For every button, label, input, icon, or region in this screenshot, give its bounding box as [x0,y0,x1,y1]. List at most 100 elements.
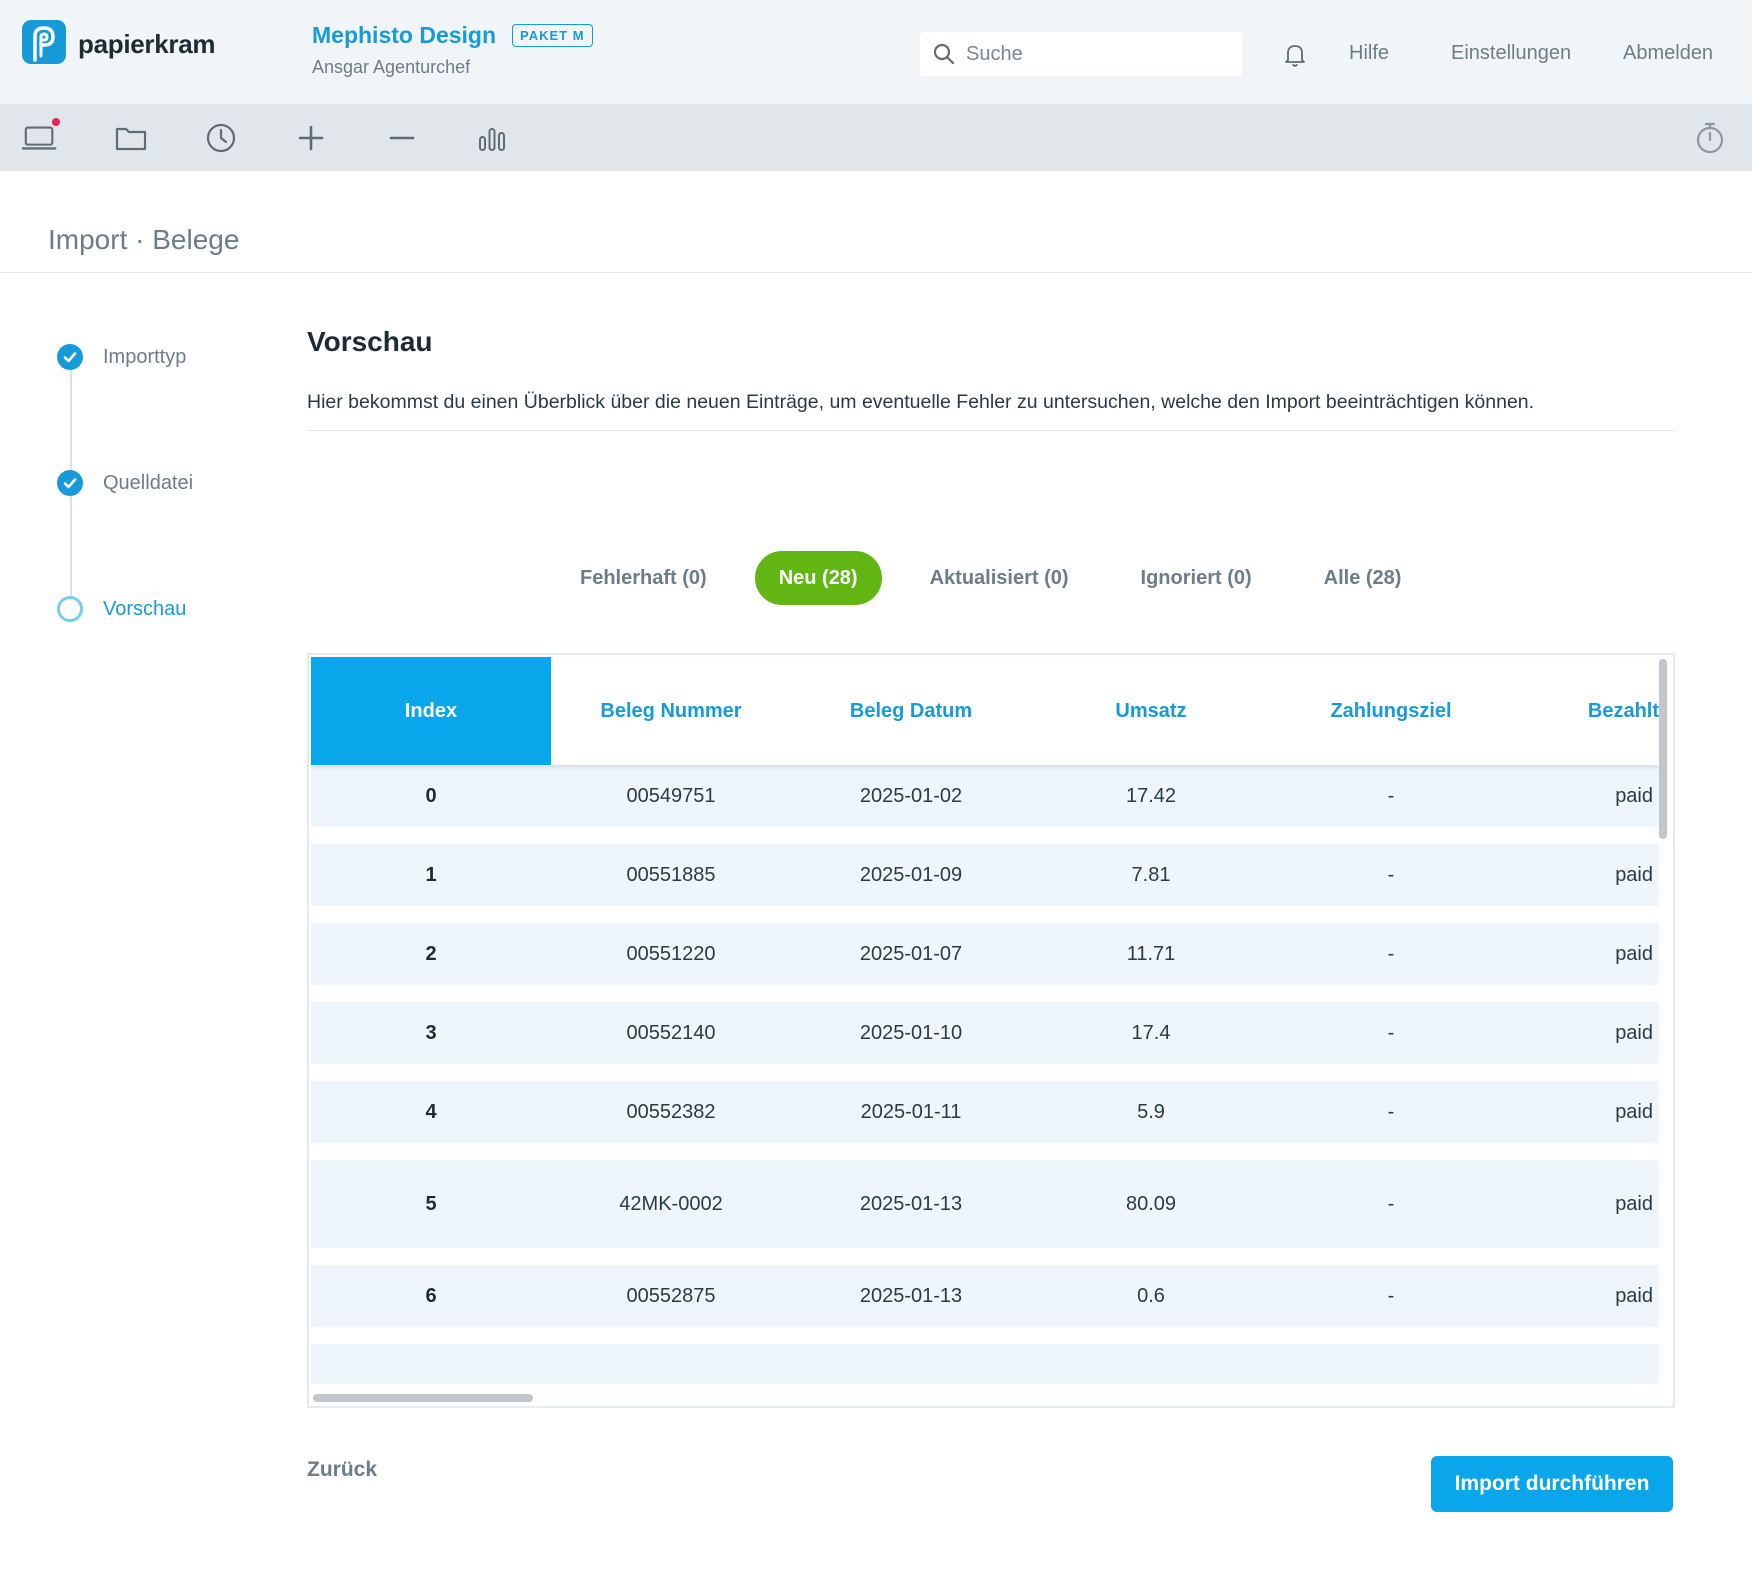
filter-neu[interactable]: Neu (28) [754,551,882,605]
step-label: Quelldatei [103,471,194,494]
table-cell: 6 [425,1284,437,1307]
table-row[interactable]: 6 00552875 2025-01-13 0.6 - paid [311,1265,1659,1327]
laptop-icon [22,126,57,150]
table-cell: - [1387,1192,1395,1215]
table-cell: 2025-01-02 [859,784,963,807]
stopwatch-icon [1696,122,1724,154]
filter-tabs: Fehlerhaft (0) Neu (28) Aktualisiert (0)… [556,551,1449,605]
horizontal-scrollbar[interactable] [313,1394,533,1402]
table-cell: 00552140 [626,1021,716,1044]
table-cell: paid [1615,784,1653,807]
table-cell: paid [1615,1021,1653,1044]
table-cell: 00551885 [626,863,716,886]
filter-ignoriert[interactable]: Ignoriert (0) [1117,551,1276,605]
table-cell: 0.6 [1137,1284,1165,1307]
table-row[interactable]: 1 00551885 2025-01-09 7.81 - paid [311,844,1659,906]
table-cell: 00552875 [626,1284,716,1307]
table-cell: paid [1615,1100,1653,1123]
app-toolbar [0,105,1752,171]
check-icon [57,344,83,370]
table-cell: - [1387,1100,1395,1123]
dashboard-button[interactable] [22,118,60,155]
table-cell: 3 [425,1021,437,1044]
import-submit-button[interactable]: Import durchführen [1431,1456,1673,1512]
back-button[interactable]: Zurück [307,1458,377,1482]
documents-button[interactable] [113,121,149,155]
table-cell: 5 [425,1192,437,1215]
column-header-beleg-nummer[interactable]: Beleg Nummer [551,657,791,765]
folder-icon [115,127,147,151]
time-tracking-button[interactable] [203,121,239,155]
section-divider [307,430,1675,431]
table-cell: 2025-01-13 [859,1192,963,1215]
help-link[interactable]: Hilfe [1349,42,1389,65]
step-label: Vorschau [103,597,187,620]
table-cell: - [1387,1021,1395,1044]
brand-name: papierkram [78,28,216,59]
search-box[interactable] [920,32,1242,76]
table-cell: - [1387,784,1395,807]
table-cell: 11.71 [1126,942,1176,965]
minus-icon [389,136,415,140]
table-row[interactable]: 4 00552382 2025-01-11 5.9 - paid [311,1081,1659,1143]
top-header: papierkram Mephisto Design PAKET M Ansga… [0,0,1752,105]
table-cell: 2025-01-10 [859,1021,963,1044]
step-vorschau: Vorschau [57,596,186,622]
table-cell: paid [1615,942,1653,965]
page-title: Import · Belege [48,224,240,255]
table-cell: 00551220 [626,942,716,965]
table-cell: paid [1615,1192,1653,1215]
timer-button[interactable] [1692,121,1728,155]
search-icon [933,43,955,65]
logout-link[interactable]: Abmelden [1623,42,1713,65]
table-header: Index Beleg Nummer Beleg Datum Umsatz Za… [311,657,1659,765]
column-header-bezahlt[interactable]: Bezahlt [1511,657,1659,765]
table-row[interactable]: 5 42MK-0002 2025-01-13 80.09 - paid [311,1160,1659,1248]
search-input[interactable] [966,42,1216,66]
plus-icon [298,125,324,151]
vertical-scrollbar[interactable] [1659,659,1667,839]
bell-icon[interactable] [1283,42,1307,68]
company-name[interactable]: Mephisto Design [312,22,496,49]
table-row[interactable]: 0 00549751 2025-01-02 17.42 - paid [311,765,1659,827]
brand-logo[interactable]: papierkram [22,20,215,68]
column-header-zahlungsziel[interactable]: Zahlungsziel [1271,657,1511,765]
table-cell: 4 [425,1100,437,1123]
filter-aktualisiert[interactable]: Aktualisiert (0) [906,551,1093,605]
expenses-button[interactable] [384,121,420,155]
current-step-circle-icon [57,596,83,622]
table-cell: 17.42 [1125,784,1177,807]
table-cell: 2025-01-07 [859,942,963,965]
step-importtyp[interactable]: Importtyp [57,344,186,370]
section-title: Vorschau [307,326,433,357]
table-row[interactable]: 3 00552140 2025-01-10 17.4 - paid [311,1002,1659,1064]
table-cell: - [1387,942,1395,965]
table-cell: 0 [425,784,437,807]
preview-table[interactable]: Index Beleg Nummer Beleg Datum Umsatz Za… [307,653,1675,1408]
plan-badge: PAKET M [512,24,593,47]
column-header-index[interactable]: Index [311,657,551,765]
company-user: Ansgar Agenturchef [312,57,471,77]
bar-chart-icon [479,128,505,151]
step-label: Importtyp [103,345,187,368]
column-header-beleg-datum[interactable]: Beleg Datum [791,657,1031,765]
table-cell: paid [1615,1284,1653,1307]
table-cell: 42MK-0002 [619,1192,723,1215]
table-cell: 5.9 [1137,1100,1165,1123]
table-cell: 17.4 [1131,1021,1171,1044]
settings-link[interactable]: Einstellungen [1451,42,1571,65]
clock-icon [206,123,236,153]
column-header-umsatz[interactable]: Umsatz [1031,657,1271,765]
reports-button[interactable] [474,121,510,155]
income-button[interactable] [293,121,329,155]
step-quelldatei[interactable]: Quelldatei [57,470,193,496]
filter-alle[interactable]: Alle (28) [1300,551,1426,605]
table-cell: - [1387,1284,1395,1307]
table-cell: 80.09 [1125,1192,1177,1215]
table-row[interactable]: 2 00551220 2025-01-07 11.71 - paid [311,923,1659,985]
table-cell: - [1387,863,1395,886]
filter-fehlerhaft[interactable]: Fehlerhaft (0) [556,551,731,605]
notification-dot [52,118,60,126]
company-info: Mephisto Design PAKET M Ansgar Agenturch… [312,22,593,78]
check-icon [57,470,83,496]
